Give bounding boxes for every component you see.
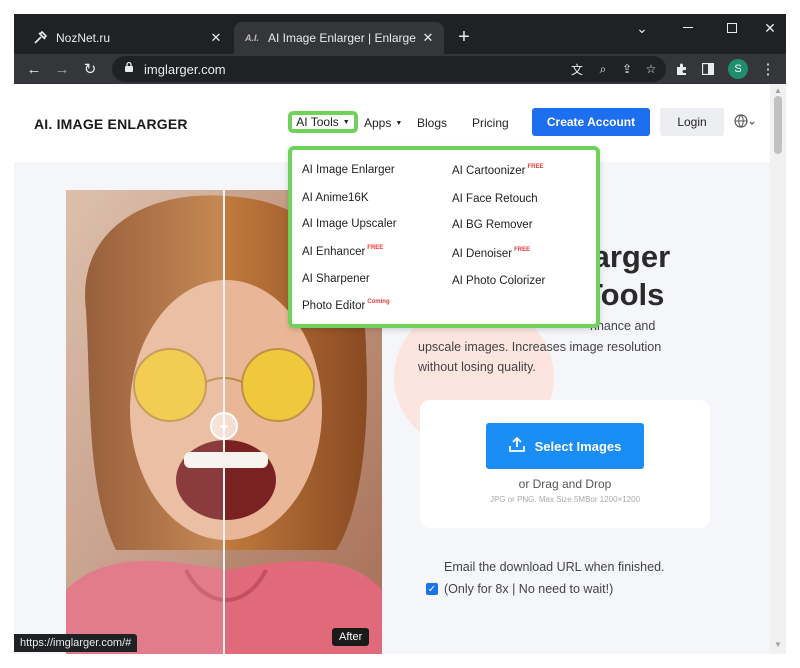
translate-icon[interactable]: 文 xyxy=(568,60,586,78)
close-tab-icon[interactable]: ✕ xyxy=(418,30,438,46)
tab-noznet[interactable]: NozNet.ru ✕ xyxy=(22,22,232,54)
login-button[interactable]: Login xyxy=(660,108,724,136)
upload-icon xyxy=(508,436,525,455)
free-badge: FREE xyxy=(527,164,544,170)
zoom-icon[interactable]: ⌕ xyxy=(594,60,612,78)
drag-drop-text: or Drag and Drop xyxy=(518,477,612,491)
scroll-down-icon[interactable]: ▼ xyxy=(773,640,783,650)
page-scrollbar[interactable]: ▲ ▼ xyxy=(770,84,786,654)
caret-down-icon: ▼ xyxy=(395,120,403,127)
ai-favicon: A.I. xyxy=(244,33,259,43)
nav-label: Apps xyxy=(364,116,392,130)
language-icon[interactable] xyxy=(734,113,756,132)
bookmark-star-icon[interactable]: ☆ xyxy=(642,60,660,78)
tab-strip: NozNet.ru ✕ A.I. AI Image Enlarger | Enl… xyxy=(14,14,786,54)
menu-item-label: AI Denoiser xyxy=(452,248,513,260)
url-text: imglarger.com xyxy=(144,62,226,77)
menu-item-ai-face-retouch[interactable]: AI Face Retouch xyxy=(452,193,538,205)
menu-item-label: AI Enhancer xyxy=(302,246,366,258)
email-checkbox-label[interactable]: (Only for 8x | No need to wait!) xyxy=(444,582,613,596)
browser-toolbar: ← → ↻ imglarger.com 文 ⌕ ⇪ ☆ S ⋮ xyxy=(14,54,786,84)
nav-label: AI Tools xyxy=(296,115,339,129)
nav-apps[interactable]: Apps ▼ xyxy=(364,116,402,130)
nav-blogs[interactable]: Blogs xyxy=(417,116,447,130)
menu-item-label: AI Photo Colorizer xyxy=(452,275,546,287)
share-icon[interactable]: ⇪ xyxy=(618,60,636,78)
menu-item-ai-bg-remover[interactable]: AI BG Remover xyxy=(452,219,533,231)
menu-item-label: AI Face Retouch xyxy=(452,193,538,205)
menu-item-label: Photo Editor xyxy=(302,300,366,312)
site-logo[interactable]: AI. IMAGE ENLARGER xyxy=(34,116,188,132)
reload-icon[interactable]: ↻ xyxy=(78,57,102,81)
nav-ai-tools[interactable]: AI Tools ▼ xyxy=(288,111,358,133)
profile-avatar[interactable]: S xyxy=(728,59,748,79)
web-page: AI. IMAGE ENLARGER AI Tools ▼ Apps ▼ Blogs… xyxy=(14,84,770,654)
back-icon[interactable]: ← xyxy=(22,57,46,81)
menu-item-ai-photo-colorizer[interactable]: AI Photo Colorizer xyxy=(452,275,545,287)
menu-item-ai-sharpener[interactable]: AI Sharpener xyxy=(302,273,370,285)
compare-handle-icon[interactable]: ◂▸ xyxy=(210,412,238,440)
tools-icon xyxy=(32,30,48,46)
menu-item-label: AI Sharpener xyxy=(302,273,370,285)
forward-icon[interactable]: → xyxy=(50,57,74,81)
upload-hint: JPG or PNG. Max Size 5MBor 1200×1200 xyxy=(489,495,641,504)
menu-item-ai-anime16k[interactable]: AI Anime16K xyxy=(302,192,368,204)
menu-item-label: AI Anime16K xyxy=(302,192,369,204)
menu-item-label: AI Image Upscaler xyxy=(302,218,397,230)
free-badge: FREE xyxy=(367,245,384,251)
tab-title: NozNet.ru xyxy=(56,31,111,45)
free-badge: FREE xyxy=(514,247,531,253)
upload-card: Select Images or Drag and Drop JPG or PN… xyxy=(420,400,710,528)
menu-item-ai-image-enlarger[interactable]: AI Image Enlarger xyxy=(302,164,395,176)
coming-badge: Coming xyxy=(367,299,390,305)
scroll-up-icon[interactable]: ▲ xyxy=(773,86,783,96)
menu-item-label: AI BG Remover xyxy=(452,219,533,231)
menu-item-label: AI Image Enlarger xyxy=(302,164,395,176)
menu-kebab-icon[interactable]: ⋮ xyxy=(756,57,780,81)
address-bar[interactable]: imglarger.com 文 ⌕ ⇪ ☆ xyxy=(112,56,666,82)
hero-desc-line2: upscale images. Increases image resoluti… xyxy=(418,340,662,354)
menu-item-label: AI Cartoonizer xyxy=(452,165,526,177)
tab-title: AI Image Enlarger | Enlarge Imag xyxy=(268,31,418,45)
nav-pricing[interactable]: Pricing xyxy=(472,116,509,130)
browser-window: NozNet.ru ✕ A.I. AI Image Enlarger | Enl… xyxy=(14,14,786,654)
new-tab-button[interactable]: + xyxy=(452,25,476,49)
tab-imglarger[interactable]: A.I. AI Image Enlarger | Enlarge Imag ✕ xyxy=(234,22,444,54)
tab-search-icon[interactable]: ⌄ xyxy=(620,14,664,42)
menu-item-ai-enhancer[interactable]: AI Enhancer FREE xyxy=(302,245,383,258)
status-bar-url: https://imglarger.com/# xyxy=(14,634,138,652)
email-checkbox[interactable]: ✓ xyxy=(426,583,438,595)
menu-item-ai-cartoonizer[interactable]: AI Cartoonizer FREE xyxy=(452,164,544,177)
select-images-button[interactable]: Select Images xyxy=(486,423,644,469)
side-panel-icon[interactable] xyxy=(696,57,720,81)
lock-icon xyxy=(124,61,138,75)
extensions-icon[interactable] xyxy=(670,57,694,81)
menu-item-ai-image-upscaler[interactable]: AI Image Upscaler xyxy=(302,218,397,230)
close-window-icon[interactable]: ✕ xyxy=(748,14,786,42)
menu-item-photo-editor[interactable]: Photo Editor Coming xyxy=(302,299,390,312)
close-tab-icon[interactable]: ✕ xyxy=(206,30,226,46)
caret-down-icon: ▼ xyxy=(342,118,350,126)
scroll-thumb[interactable] xyxy=(774,96,782,154)
minimize-icon[interactable] xyxy=(666,14,710,42)
hero-desc-line3: without losing quality. xyxy=(418,360,536,374)
select-images-label: Select Images xyxy=(534,438,622,454)
after-label: After xyxy=(332,628,370,646)
email-notice: Email the download URL when finished. xyxy=(444,560,665,574)
menu-item-ai-denoiser[interactable]: AI Denoiser FREE xyxy=(452,247,530,260)
create-account-button[interactable]: Create Account xyxy=(532,108,650,136)
ai-tools-dropdown: AI Image Enlarger AI Anime16K AI Image U… xyxy=(288,146,600,328)
